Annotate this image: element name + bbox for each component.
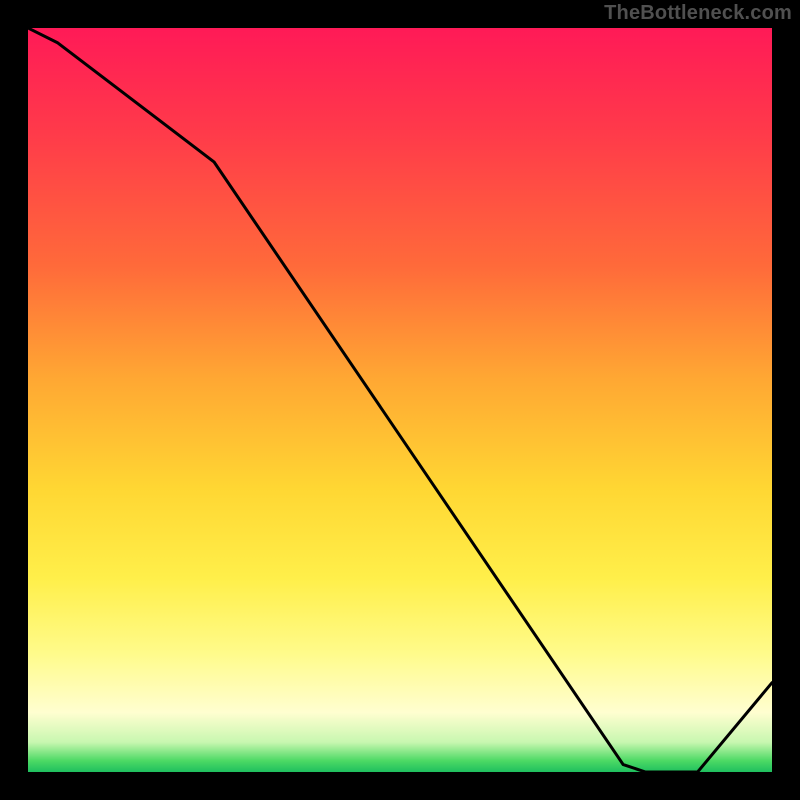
chart-container: TheBottleneck.com xyxy=(0,0,800,800)
chart-line-layer xyxy=(28,28,772,772)
watermark-text: TheBottleneck.com xyxy=(604,2,792,25)
chart-line xyxy=(28,28,772,772)
